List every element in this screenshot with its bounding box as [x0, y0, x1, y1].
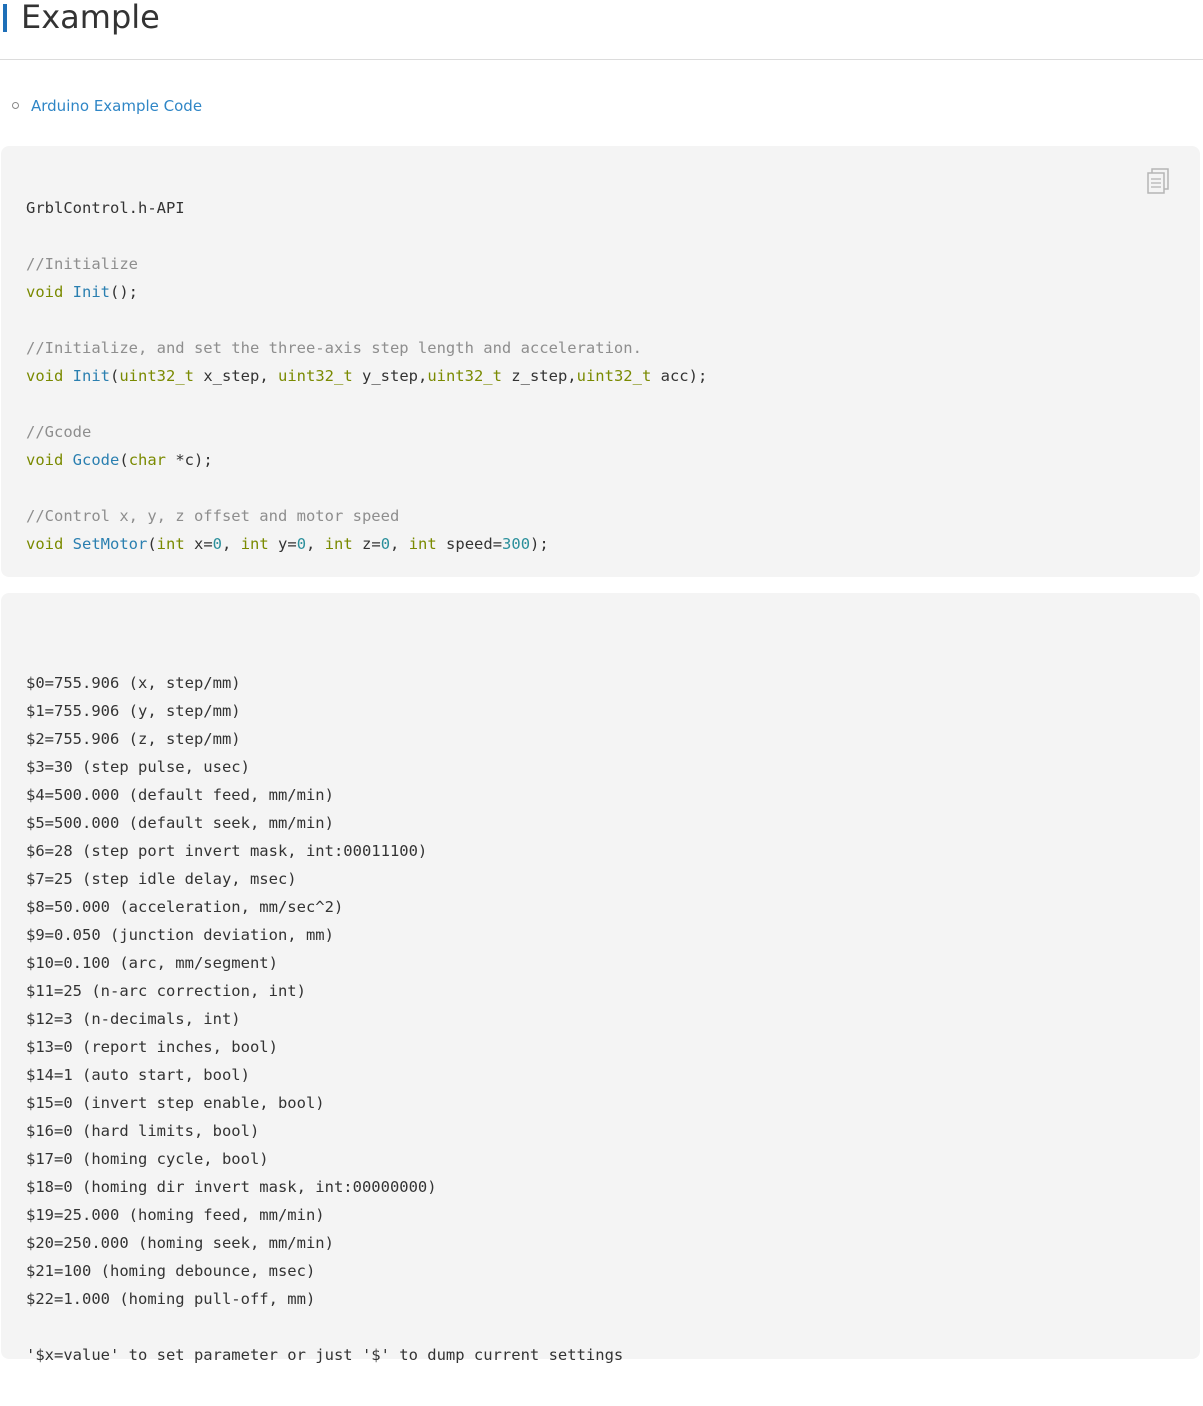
toc-link-arduino-example-code[interactable]: Arduino Example Code: [31, 96, 202, 116]
code-line: $20=250.000 (homing seek, mm/min): [26, 1234, 334, 1252]
code-token: z=: [352, 535, 381, 553]
code-token: ,: [306, 535, 325, 553]
code-line: void SetMotor(int x=0, int y=0, int z=0,…: [26, 530, 707, 558]
code-token: void: [26, 283, 64, 301]
code-line: //Gcode: [26, 418, 707, 446]
code-line: $17=0 (homing cycle, bool): [26, 1150, 269, 1168]
code-line: $22=1.000 (homing pull-off, mm): [26, 1290, 316, 1308]
code-line: void Init(uint32_t x_step, uint32_t y_st…: [26, 362, 707, 390]
code-token: Gcode: [72, 451, 120, 469]
code-line: $12=3 (n-decimals, int): [26, 1010, 241, 1028]
code-line: '$x=value' to set parameter or just '$' …: [26, 1346, 624, 1364]
code-line: GrblControl.h-API: [26, 194, 707, 222]
code-line: $16=0 (hard limits, bool): [26, 1122, 260, 1140]
code-line: $0=755.906 (x, step/mm): [26, 674, 241, 692]
code-line: void Init();: [26, 278, 707, 306]
code-token: //Initialize, and set the three-axis ste…: [26, 339, 642, 357]
list-bullet-icon: [12, 102, 19, 109]
code-token: *c);: [166, 451, 213, 469]
code-listing-api: GrblControl.h-API//Initialize void Init()…: [26, 194, 707, 558]
code-block-api: GrblControl.h-API//Initialize void Init()…: [1, 146, 1200, 577]
code-token: 300: [502, 535, 531, 553]
code-line: $21=100 (homing debounce, msec): [26, 1262, 316, 1280]
code-token: GrblControl.h-API: [26, 199, 185, 217]
code-token: ,: [222, 535, 241, 553]
heading-accent-bar: [3, 4, 7, 32]
code-token: 0: [296, 535, 307, 553]
code-token: int: [156, 535, 185, 553]
code-token: Init: [72, 283, 110, 301]
code-line: $14=1 (auto start, bool): [26, 1066, 250, 1084]
code-token: );: [530, 535, 549, 553]
code-token: uint32_t: [278, 367, 353, 385]
code-token: void: [26, 367, 64, 385]
code-line: //Initialize: [26, 250, 707, 278]
code-token: 0: [380, 535, 391, 553]
code-line: $5=500.000 (default seek, mm/min): [26, 814, 334, 832]
code-token: int: [324, 535, 353, 553]
code-token: //Initialize: [26, 255, 138, 273]
code-token: (: [147, 535, 157, 553]
code-listing-settings: $0=755.906 (x, step/mm) $1=755.906 (y, st…: [26, 641, 623, 1369]
code-line: $19=25.000 (homing feed, mm/min): [26, 1206, 325, 1224]
code-line: $15=0 (invert step enable, bool): [26, 1094, 325, 1112]
code-token: uint32_t: [427, 367, 502, 385]
code-line: $8=50.000 (acceleration, mm/sec^2): [26, 898, 344, 916]
code-token: x_step,: [194, 367, 278, 385]
code-line: $18=0 (homing dir invert mask, int:00000…: [26, 1178, 437, 1196]
code-token: char: [128, 451, 167, 469]
code-line: $1=755.906 (y, step/mm): [26, 702, 241, 720]
code-token: (: [119, 451, 129, 469]
code-token: ,: [390, 535, 409, 553]
section-header: Example: [0, 0, 1203, 60]
code-token: //Gcode: [26, 423, 92, 441]
code-line: $4=500.000 (default feed, mm/min): [26, 786, 334, 804]
code-line: void Gcode(char *c);: [26, 446, 707, 474]
code-line: $13=0 (report inches, bool): [26, 1038, 278, 1056]
code-token: void: [26, 451, 64, 469]
copy-icon[interactable]: [1146, 168, 1170, 196]
code-token: Init: [72, 367, 110, 385]
code-token: uint32_t: [119, 367, 194, 385]
code-block-settings: $0=755.906 (x, step/mm) $1=755.906 (y, st…: [1, 593, 1200, 1364]
code-token: y=: [268, 535, 297, 553]
code-token: int: [408, 535, 437, 553]
code-line: $11=25 (n-arc correction, int): [26, 982, 306, 1000]
code-token: (: [110, 367, 120, 385]
code-token: SetMotor: [72, 535, 148, 553]
code-token: 0: [212, 535, 223, 553]
code-token: x=: [184, 535, 213, 553]
code-token: uint32_t: [576, 367, 652, 385]
code-line: $2=755.906 (z, step/mm): [26, 730, 241, 748]
code-token: speed=: [436, 535, 503, 553]
code-token: void: [26, 535, 64, 553]
code-token: acc);: [651, 367, 708, 385]
code-token: ();: [110, 283, 138, 301]
code-line: $3=30 (step pulse, usec): [26, 758, 250, 776]
code-line: $6=28 (step port invert mask, int:000111…: [26, 842, 428, 860]
code-token: int: [240, 535, 269, 553]
code-token: z_step,: [501, 367, 577, 385]
code-line: //Control x, y, z offset and motor speed: [26, 502, 707, 530]
code-token: //Control x, y, z offset and motor speed: [26, 507, 400, 525]
code-token: y_step,: [352, 367, 428, 385]
code-line: //Initialize, and set the three-axis ste…: [26, 334, 707, 362]
code-line: $10=0.100 (arc, mm/segment): [26, 954, 278, 972]
code-line: $7=25 (step idle delay, msec): [26, 870, 297, 888]
code-line: $9=0.050 (junction deviation, mm): [26, 926, 334, 944]
page-title: Example: [21, 0, 160, 36]
